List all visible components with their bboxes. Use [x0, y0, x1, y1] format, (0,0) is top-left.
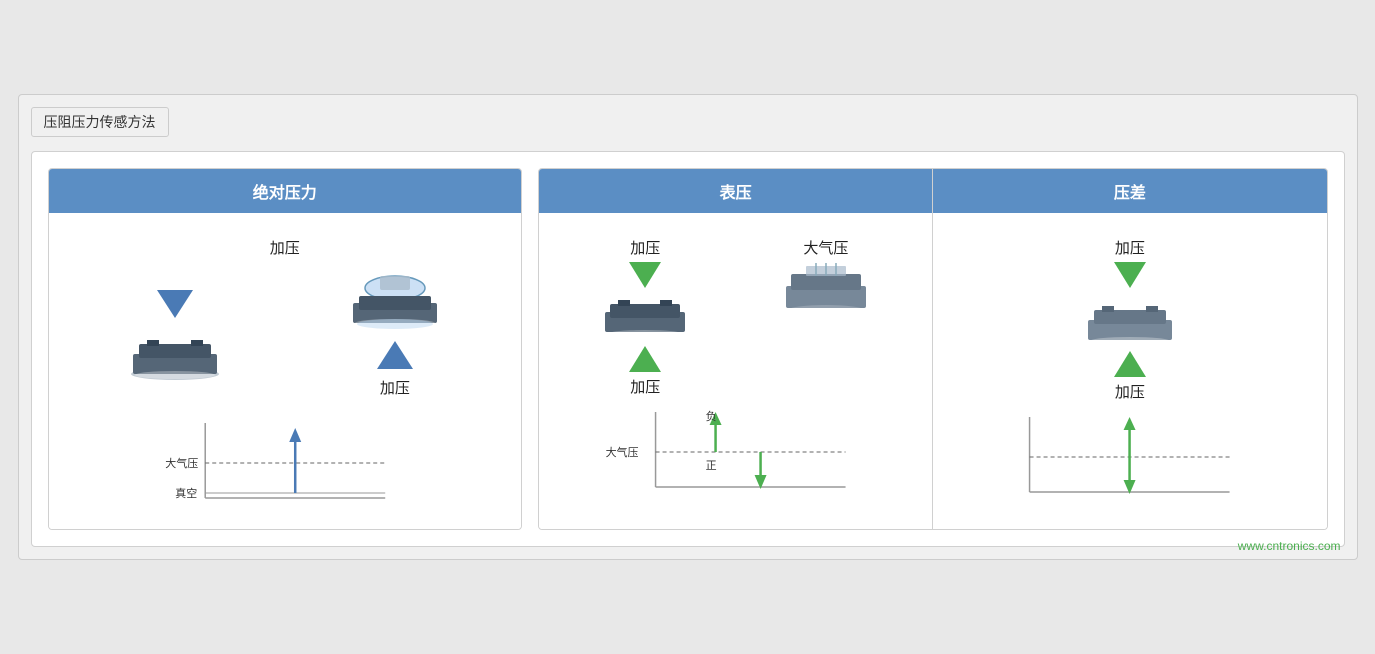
gauge-top-label: 加压	[630, 237, 660, 258]
abs-sensor-left	[125, 286, 225, 381]
gauge-sensor-right: 大气压	[781, 237, 871, 397]
abs-chart-wrapper: 大气压 真空	[87, 418, 483, 513]
outer-container: 压阻压力传感方法 绝对压力 加压	[18, 94, 1358, 560]
panel-gauge: 表压 加压	[539, 169, 932, 529]
gauge-sensor-left-img	[600, 292, 690, 342]
website-label: www.cntronics.com	[1238, 539, 1341, 553]
gauge-arrow-up-green	[629, 346, 661, 372]
gauge-chart-wrapper: 大气压 负 正	[573, 407, 898, 502]
abs-sensor-device-left	[125, 326, 225, 381]
diff-chart	[967, 412, 1292, 502]
abs-sensor-right: 加压	[345, 268, 445, 398]
main-content: 绝对压力 加压	[31, 151, 1345, 547]
panel-gauge-header: 表压	[539, 169, 932, 213]
panel-absolute-header: 绝对压力	[49, 169, 522, 213]
gauge-sensor-left: 加压 加压	[600, 237, 690, 397]
panel-right-combined: 表压 加压	[538, 168, 1328, 530]
abs-diagram: 加压	[65, 268, 506, 398]
abs-bottom-label: 加压	[380, 377, 410, 398]
panel-differential-header: 压差	[933, 169, 1326, 213]
abs-sensor-device-right	[345, 268, 445, 333]
gauge-sensor-right-img	[781, 258, 871, 323]
diff-sensor-col: 加压 加压	[1080, 237, 1180, 402]
diff-top-label: 加压	[1115, 237, 1145, 258]
panel-gauge-body: 加压 加压	[539, 213, 932, 529]
svg-text:大气压: 大气压	[606, 445, 639, 459]
diff-arrow-up-green	[1114, 351, 1146, 377]
panel-absolute: 绝对压力 加压	[48, 168, 523, 530]
abs-arrow-up-blue	[377, 341, 413, 369]
diff-sensor-img	[1080, 292, 1180, 347]
abs-arrow-down-blue	[157, 290, 193, 318]
svg-text:大气压: 大气压	[165, 456, 198, 470]
gauge-atm-label: 大气压	[803, 237, 848, 258]
abs-chart: 大气压 真空	[87, 418, 483, 508]
diff-bottom-label: 加压	[1115, 381, 1145, 402]
diff-chart-wrapper	[967, 412, 1292, 507]
svg-text:真空: 真空	[175, 486, 197, 500]
panel-absolute-body: 加压	[49, 213, 522, 529]
gauge-sensors-row: 加压 加压	[555, 237, 916, 397]
abs-top-label: 加压	[270, 237, 300, 258]
svg-text:正: 正	[706, 460, 717, 472]
gauge-bottom-label: 加压	[630, 376, 660, 397]
panel-differential-body: 加压 加压	[933, 213, 1326, 529]
diff-arrow-down-green	[1114, 262, 1146, 288]
page-title: 压阻压力传感方法	[31, 107, 169, 137]
svg-text:负: 负	[706, 409, 717, 423]
gauge-chart: 大气压 负 正	[573, 407, 898, 497]
gauge-arrow-down-green	[629, 262, 661, 288]
panel-differential: 压差 加压 加压	[932, 169, 1326, 529]
